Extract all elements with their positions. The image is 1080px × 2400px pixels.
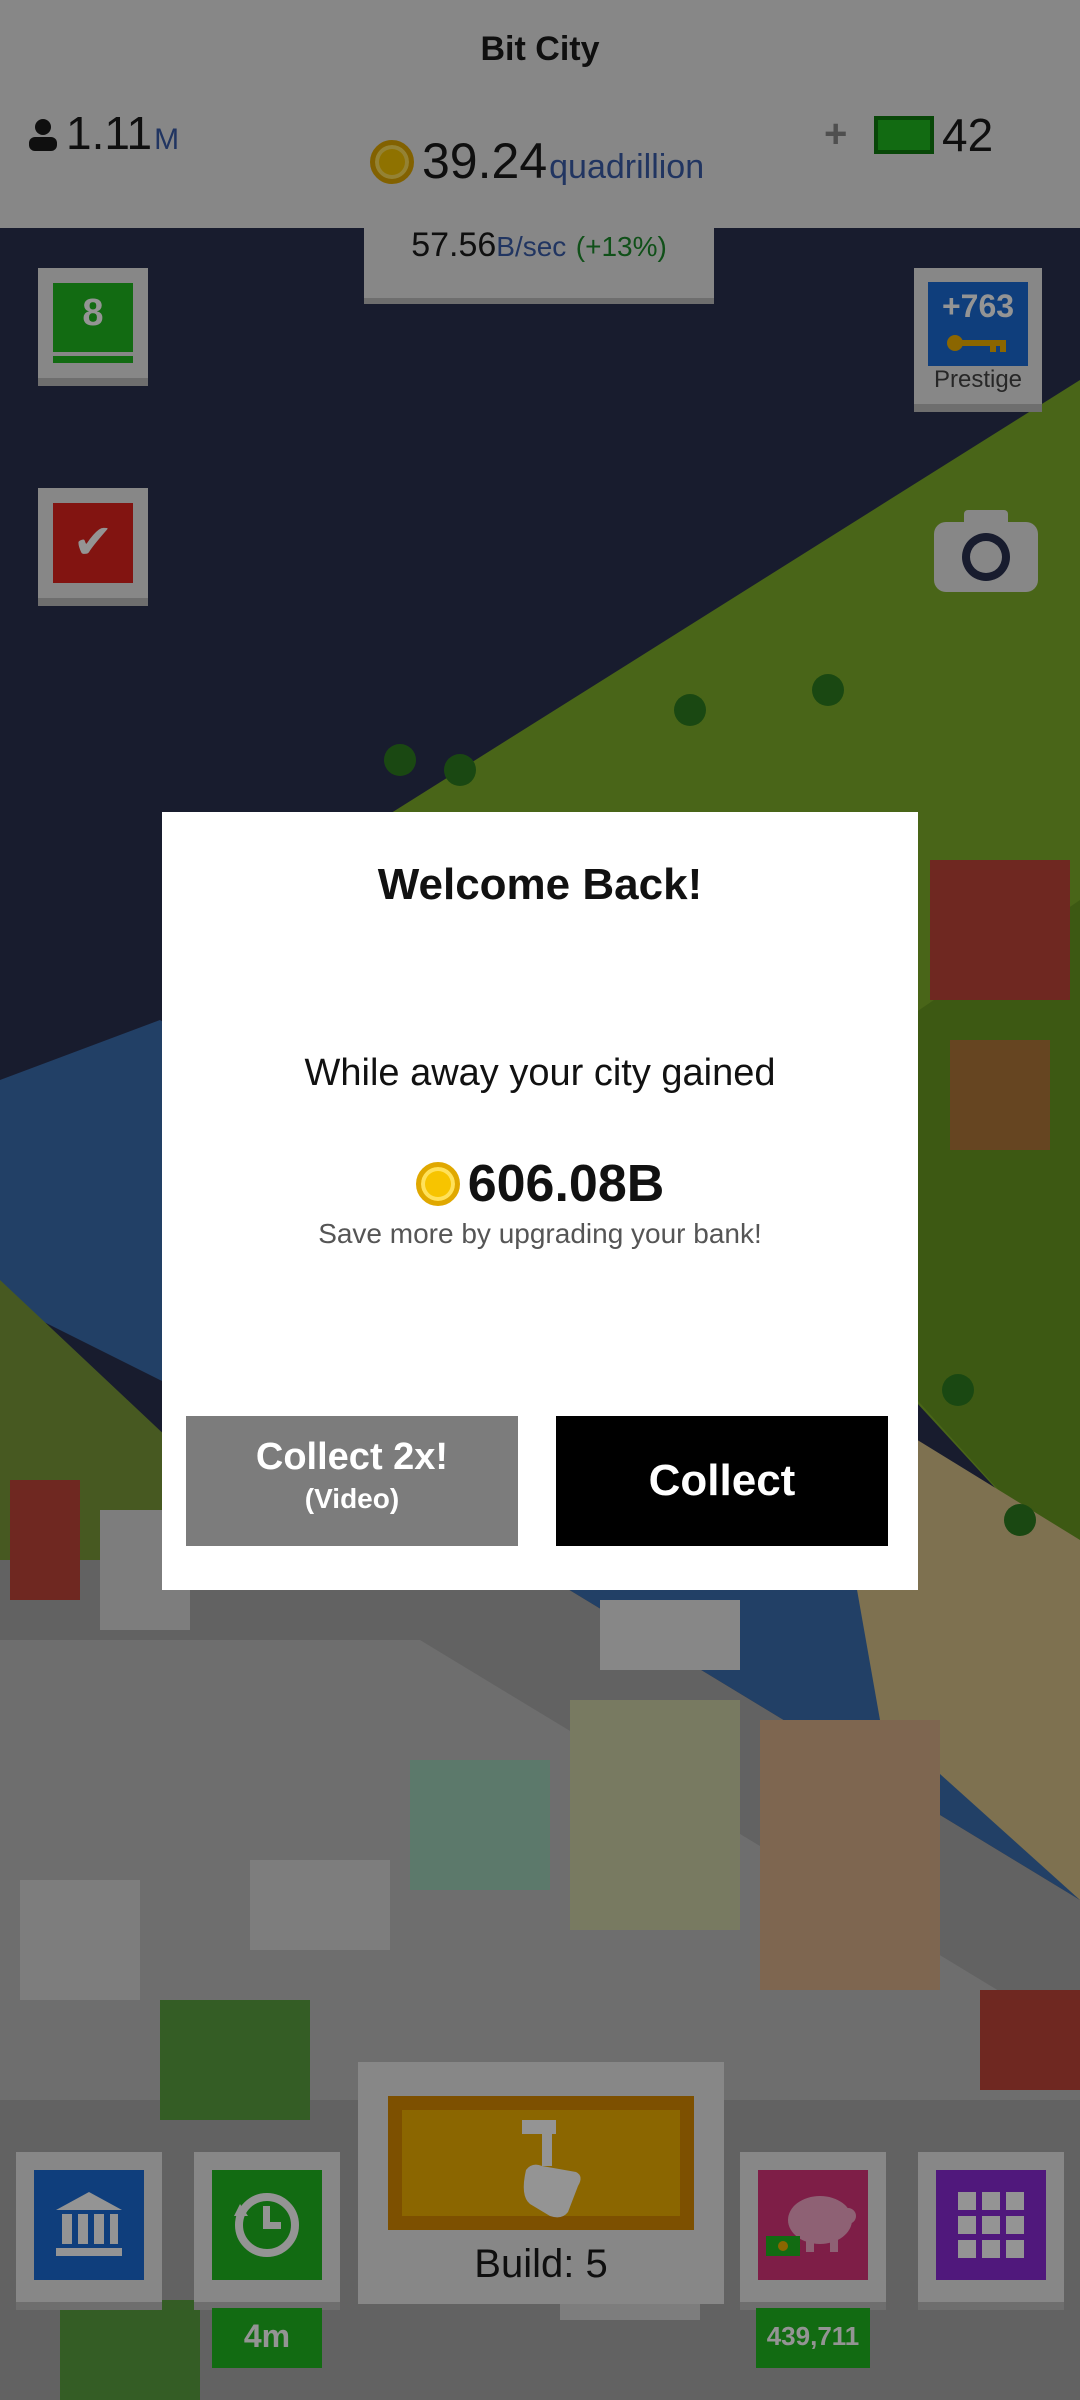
dialog-hint: Save more by upgrading your bank! xyxy=(318,1218,762,1249)
collect-2x-video-button[interactable]: Collect 2x! (Video) xyxy=(186,1416,518,1546)
video-button-label: Collect 2x! xyxy=(255,1436,449,1478)
dialog-message: While away your city gained xyxy=(304,1052,776,1094)
earned-amount-value: 606.08B xyxy=(467,1155,665,1213)
video-button-sublabel: (Video) xyxy=(304,1483,400,1514)
welcome-back-dialog: Welcome Back! While away your city gaine… xyxy=(162,812,918,1590)
earned-amount: 606.08B xyxy=(162,1154,918,1214)
dialog-title: Welcome Back! xyxy=(377,860,703,909)
coin-icon xyxy=(415,1162,460,1206)
collect-button[interactable]: Collect xyxy=(556,1416,888,1546)
